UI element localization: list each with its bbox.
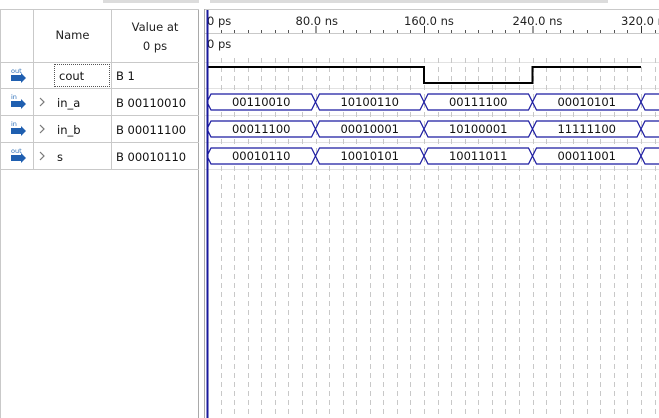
time-tick-label: 0 ps [207,14,231,28]
time-tick-label: 320.0 ns [621,14,659,28]
chevron-right-icon[interactable] [38,97,46,107]
time-tick-label: 80.0 ns [296,14,339,28]
value-column-header-line2: 0 ps [142,39,168,53]
bus-segment-continuation [640,120,659,138]
time-tick-label: 160.0 ns [404,14,454,28]
bus-value-label: 10100001 [449,122,508,136]
svg-text:in: in [11,93,17,101]
bus-value-label: 00110010 [232,95,291,109]
signal-value: B 00011100 [116,123,187,137]
bus-value-label: 00010101 [557,95,616,109]
bus-value-label: 00011001 [557,149,616,163]
output-pin-icon: out [9,67,29,83]
bit-waveform-cout[interactable] [207,66,641,84]
bus-value-label: 10100110 [340,95,399,109]
output-pin-icon: out [9,147,29,163]
bus-value-label: 00111100 [449,95,508,109]
bus-value-label: 00011100 [232,122,291,136]
bus-segment-continuation [640,147,659,165]
chevron-right-icon[interactable] [38,124,46,134]
svg-text:in: in [11,120,17,128]
input-pin-icon: in [9,120,29,136]
signal-name: in_b [57,123,81,137]
waveform-canvas[interactable]: 0 ps80.0 ns160.0 ns240.0 ns320.0 ns400.0… [204,0,659,418]
svg-text:out: out [11,147,22,155]
input-pin-icon: in [9,93,29,109]
bus-value-label: 11111100 [557,122,616,136]
signal-value: B 1 [116,69,135,83]
signal-value: B 00010110 [116,150,187,164]
svg-text:out: out [11,67,22,75]
bus-value-label: 10010101 [340,149,399,163]
chevron-right-icon[interactable] [38,151,46,161]
time-tick-label: 240.0 ns [513,14,563,28]
name-column-header[interactable]: Name [34,28,111,42]
signal-value: B 00110010 [116,96,187,110]
signal-name: in_a [57,96,81,110]
bus-segment-continuation [640,93,659,111]
bus-value-label: 00010110 [232,149,291,163]
signal-name: s [57,150,63,164]
cursor-time-label: 0 ps [207,37,231,51]
signal-name: cout [59,69,85,83]
waveform-panel[interactable]: 0 ps80.0 ns160.0 ns240.0 ns320.0 ns400.0… [204,0,659,418]
bus-value-label: 10011011 [449,149,508,163]
value-column-header-line1[interactable]: Value at [112,20,198,34]
bus-value-label: 00010001 [340,122,399,136]
